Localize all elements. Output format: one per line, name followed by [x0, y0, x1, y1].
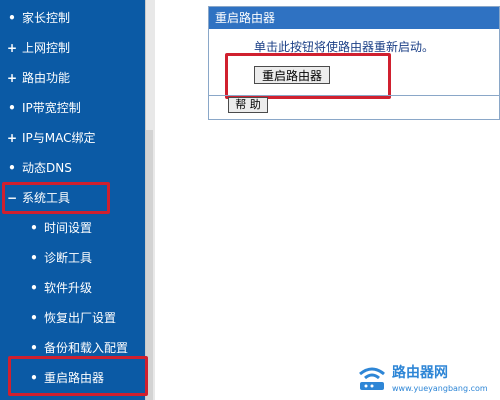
watermark: 路由器网 www.yueyangbang.com [352, 356, 500, 400]
sidebar-item-label: 路由功能 [22, 71, 71, 85]
sidebar-item-label: 诊断工具 [44, 251, 93, 265]
panel-title: 重启路由器 [209, 7, 499, 29]
sidebar-item-label: IP与MAC绑定 [22, 131, 96, 145]
sidebar-item-label: 软件升级 [44, 281, 93, 295]
plus-icon: + [6, 131, 18, 145]
sidebar-item-label: IP带宽控制 [22, 101, 81, 115]
sidebar-item-parental-control[interactable]: • 家长控制 [0, 3, 145, 33]
highlight-reboot-menu [8, 356, 148, 396]
sidebar-subitem-factory-reset[interactable]: • 恢复出厂设置 [0, 303, 145, 333]
watermark-text: 路由器网 [392, 365, 448, 381]
watermark-url: www.yueyangbang.com [392, 384, 488, 393]
bullet-icon: • [30, 251, 38, 265]
sidebar-item-label: 上网控制 [22, 41, 71, 55]
sidebar-item-label: 恢复出厂设置 [44, 311, 117, 325]
panel-divider [208, 95, 500, 96]
sidebar-subitem-diagnostics[interactable]: • 诊断工具 [0, 243, 145, 273]
sidebar-item-internet-control[interactable]: + 上网控制 [0, 33, 145, 63]
sidebar-subitem-firmware-upgrade[interactable]: • 软件升级 [0, 273, 145, 303]
bullet-icon: • [30, 221, 38, 235]
sidebar-subitem-time-settings[interactable]: • 时间设置 [0, 213, 145, 243]
router-logo-icon [359, 367, 385, 390]
bullet-icon: • [8, 101, 16, 115]
highlight-reboot-button [225, 53, 391, 99]
help-button[interactable]: 帮 助 [228, 97, 268, 113]
plus-icon: + [6, 71, 18, 85]
sidebar-item-label: 备份和载入配置 [44, 341, 129, 355]
highlight-system-tools [2, 182, 110, 214]
sidebar-item-routing[interactable]: + 路由功能 [0, 63, 145, 93]
sidebar-item-label: 时间设置 [44, 221, 93, 235]
sidebar-item-ip-bandwidth[interactable]: • IP带宽控制 [0, 93, 145, 123]
sidebar-item-label: 家长控制 [22, 11, 71, 25]
bullet-icon: • [30, 281, 38, 295]
plus-icon: + [6, 41, 18, 55]
sidebar-item-ip-mac-binding[interactable]: + IP与MAC绑定 [0, 123, 145, 153]
bullet-icon: • [8, 161, 16, 175]
bullet-icon: • [8, 11, 16, 25]
sidebar-item-label: 动态DNS [22, 161, 72, 175]
bullet-icon: • [30, 311, 38, 325]
sidebar-item-ddns[interactable]: • 动态DNS [0, 153, 145, 183]
